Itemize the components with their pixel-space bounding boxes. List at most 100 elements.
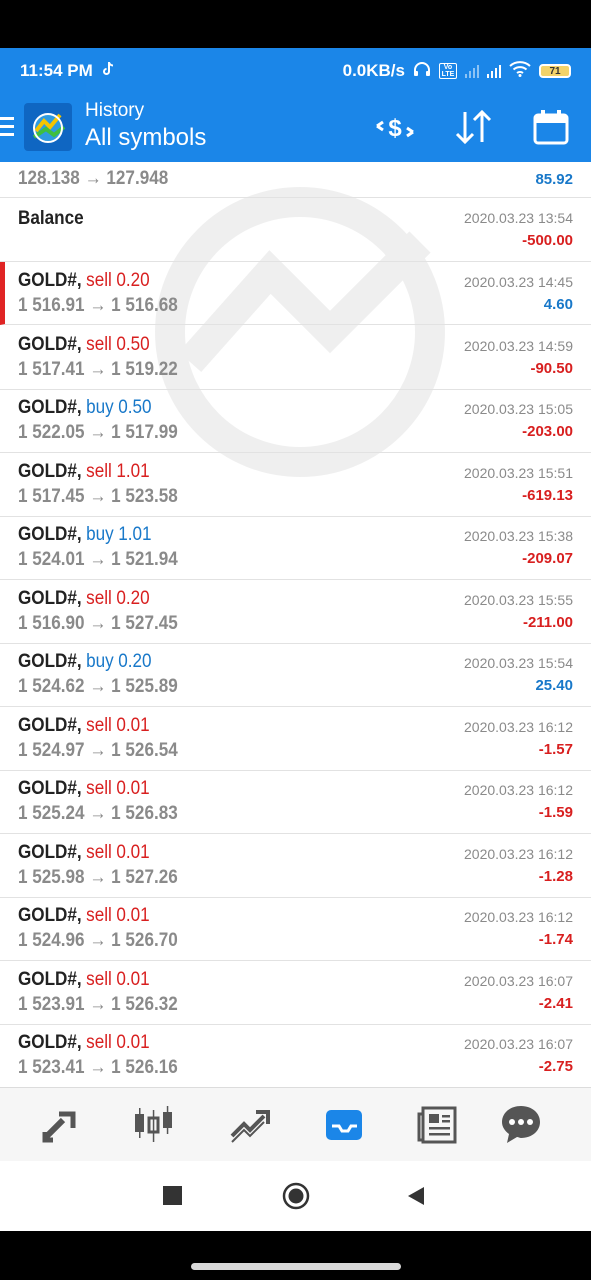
metatrader-logo [24, 103, 72, 151]
bottom-bezel [0, 1231, 591, 1280]
price-range: 1 516.91 → 1 516.68 [18, 295, 178, 316]
price-range: 1 524.96 → 1 526.70 [18, 930, 178, 951]
trade-row[interactable]: GOLD#, sell 0.01 1 524.97 → 1 526.54 2020.03… [0, 707, 591, 771]
trade-row[interactable]: GOLD#, sell 0.01 1 525.98 → 1 527.26 2020.03… [0, 834, 591, 898]
sort-icon[interactable] [452, 106, 496, 150]
trade-profit: -1.59 [538, 804, 573, 821]
volte-icon: Vo LTE [439, 63, 457, 79]
trade-profit: -1.28 [538, 867, 573, 885]
trade-side: sell [86, 460, 112, 482]
symbol-name: GOLD#, [18, 778, 82, 799]
trade-row[interactable]: GOLD#, sell 0.01 1 524.96 → 1 526.70 2020.03… [0, 897, 591, 961]
trade-profit: -1.74 [538, 931, 573, 948]
trade-volume: 0.01 [116, 905, 150, 926]
home-icon[interactable] [282, 1182, 310, 1215]
trade-row[interactable]: GOLD#, buy 0.20 1 524.62 → 1 525.89 2020.03.… [0, 643, 591, 707]
trade-side: sell [86, 841, 112, 863]
trade-datetime: 2020.03.23 15:54 [464, 655, 573, 671]
trade-profit: -90.50 [530, 359, 573, 377]
trade-datetime: 2020.03.23 16:12 [464, 909, 573, 925]
price-range: 1 517.45 → 1 523.58 [18, 485, 178, 507]
screen-title[interactable]: All symbols [85, 124, 206, 152]
trade-profit: 25.40 [535, 677, 573, 694]
status-time: 11:54 PM [20, 61, 93, 80]
trade-side: sell [86, 587, 112, 609]
gesture-bar[interactable] [191, 1263, 401, 1270]
trade-profit: -209.07 [522, 550, 573, 567]
headphones-icon [413, 61, 431, 82]
balance-row[interactable]: Balance 2020.03.23 13:54 -500.00 [0, 198, 591, 262]
menu-icon[interactable] [0, 112, 14, 144]
net-speed: 0.0KB/s [342, 61, 405, 80]
price-range: 1 525.24 → 1 526.83 [18, 803, 178, 824]
trade-volume: 0.20 [118, 651, 152, 672]
price-range: 1 524.97 → 1 526.54 [18, 739, 178, 761]
trade-row[interactable]: GOLD#, sell 0.50 1 517.41 → 1 519.22 2020.03… [0, 326, 591, 390]
trade-datetime: 2020.03.23 15:51 [464, 464, 573, 481]
trade-row[interactable]: GOLD#, buy 0.50 1 522.05 → 1 517.99 2020.03.… [0, 389, 591, 453]
quotes-icon[interactable] [37, 1102, 83, 1148]
price-range: 1 524.01 → 1 521.94 [18, 549, 178, 570]
symbol-name: GOLD#, [18, 333, 82, 355]
symbol-name: GOLD#, [18, 587, 82, 609]
trade-volume: 1.01 [118, 524, 152, 545]
trade-side: buy [86, 397, 114, 418]
messages-icon[interactable] [498, 1102, 544, 1148]
trade-symbol: GOLD#, sell 0.01 [18, 905, 150, 927]
list-item-partial[interactable]: 128.138 → 127.948 85.92 [0, 162, 591, 198]
trade-symbol: GOLD#, sell 0.50 [18, 334, 150, 356]
trade-profit: -1.57 [538, 740, 573, 758]
trade-symbol: GOLD#, sell 0.20 [18, 270, 150, 292]
news-icon[interactable] [415, 1102, 461, 1148]
trade-row[interactable]: GOLD#, sell 0.01 1 525.24 → 1 526.83 2020.03… [0, 770, 591, 834]
price-range: 1 517.41 → 1 519.22 [18, 358, 178, 380]
trade-row[interactable]: GOLD#, sell 0.20 1 516.90 → 1 527.45 2020.03… [0, 580, 591, 644]
signal-2-icon [487, 64, 501, 78]
trade-volume: 0.01 [116, 1032, 150, 1053]
trade-side: sell [86, 333, 112, 355]
profit-value: 85.92 [535, 171, 573, 188]
bottom-navigation [0, 1087, 591, 1161]
symbol-name: GOLD#, [18, 714, 82, 736]
trade-row[interactable]: GOLD#, sell 0.01 1 523.91 → 1 526.32 2020.03… [0, 961, 591, 1025]
chart-icon[interactable] [131, 1102, 177, 1148]
calendar-icon[interactable] [529, 106, 573, 150]
symbol-name: GOLD#, [18, 968, 82, 990]
trade-symbol: GOLD#, sell 0.01 [18, 1032, 150, 1054]
symbol-name: GOLD#, [18, 397, 82, 418]
trade-symbol: GOLD#, sell 0.01 [18, 778, 150, 800]
trade-symbol: GOLD#, sell 0.01 [18, 969, 150, 991]
trade-profit: -203.00 [522, 423, 573, 440]
status-bar: 11:54 PM 0.0KB/s Vo LTE 71 [0, 48, 591, 94]
recents-icon[interactable] [163, 1186, 182, 1205]
trade-datetime: 2020.03.23 15:55 [464, 591, 573, 608]
system-navigation [0, 1161, 591, 1231]
price-range: 1 525.98 → 1 527.26 [18, 866, 178, 888]
trade-volume: 0.01 [116, 968, 150, 990]
deposit-withdraw-icon[interactable]: $ [373, 106, 417, 150]
balance-label: Balance [18, 208, 84, 229]
history-list[interactable]: 128.138 → 127.948 85.92 Balance 2020.03.… [0, 162, 591, 1087]
trade-datetime: 2020.03.23 14:45 [464, 274, 573, 290]
trade-datetime: 2020.03.23 16:12 [464, 845, 573, 862]
symbol-name: GOLD#, [18, 651, 82, 672]
trade-datetime: 2020.03.23 16:07 [464, 1036, 573, 1052]
price-range: 1 523.91 → 1 526.32 [18, 993, 178, 1015]
price-range: 1 516.90 → 1 527.45 [18, 612, 178, 634]
price-range: 1 523.41 → 1 526.16 [18, 1057, 178, 1078]
app-bar: History All symbols $ [0, 94, 591, 162]
trade-profit: -619.13 [522, 486, 573, 504]
history-icon[interactable] [321, 1102, 367, 1148]
trade-row[interactable]: GOLD#, sell 0.01 1 523.41 → 1 526.16 2020.03… [0, 1024, 591, 1087]
trade-profit: -2.75 [538, 1058, 573, 1075]
symbol-name: GOLD#, [18, 460, 82, 482]
trade-row[interactable]: GOLD#, sell 0.20 1 516.91 → 1 516.68 2020.03… [0, 262, 591, 325]
back-icon[interactable] [406, 1186, 426, 1211]
trade-datetime: 2020.03.23 16:12 [464, 782, 573, 798]
wifi-icon [509, 60, 531, 82]
trade-row[interactable]: GOLD#, buy 1.01 1 524.01 → 1 521.94 2020.03.… [0, 516, 591, 580]
svg-text:$: $ [388, 115, 402, 142]
trade-row[interactable]: GOLD#, sell 1.01 1 517.45 → 1 523.58 2020.03… [0, 453, 591, 517]
trade-icon[interactable] [226, 1102, 272, 1148]
trade-volume: 0.01 [116, 714, 150, 736]
